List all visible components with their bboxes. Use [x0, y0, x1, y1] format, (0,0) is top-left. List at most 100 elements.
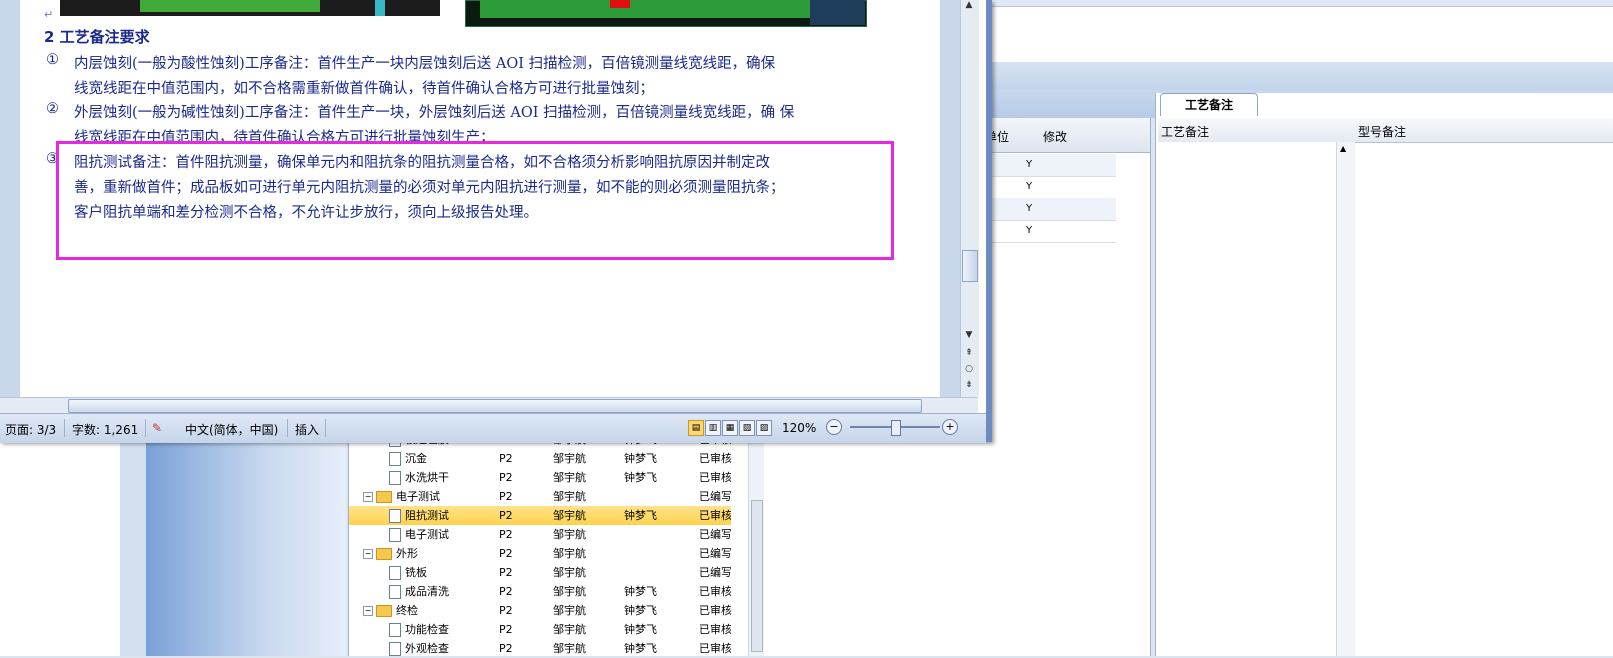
prev-page-icon[interactable]: ⇞	[963, 348, 975, 360]
tree-node[interactable]: − 电子测试	[363, 487, 440, 506]
paragraph-line: 外层蚀刻(一般为碱性蚀刻)工序备注：首件生产一块，外层蚀刻后送 AOI 扫描检测…	[74, 105, 795, 121]
tree-cell-version: P2	[499, 623, 513, 636]
next-page-icon[interactable]: ⇟	[963, 380, 975, 392]
tree-row[interactable]: 电子测试 P2 邹宇航 已编写	[349, 525, 731, 544]
tree-scrollbar[interactable]	[748, 430, 765, 656]
tree-node[interactable]: 电子测试	[389, 525, 449, 544]
browse-object-icon[interactable]: ○	[963, 364, 975, 376]
process-notes-field[interactable]	[1158, 142, 1355, 656]
tree-cell-author: 邹宇航	[553, 452, 586, 465]
outline-view-icon[interactable]: ▧	[739, 420, 755, 436]
tree-cell-status: 已编写	[699, 547, 731, 560]
col-process-notes[interactable]: 工艺备注	[1161, 123, 1209, 140]
background-grid-top-row	[985, 0, 1613, 7]
doc-vscroll-thumb[interactable]	[962, 250, 978, 282]
tree-cell-status: 已编写	[699, 566, 731, 579]
tree-cell-author: 邹宇航	[553, 585, 586, 598]
tree-cell-author: 邹宇航	[553, 471, 586, 484]
tree-node-label: 外观检查	[405, 642, 449, 655]
tree-cell-reviewer: 钟梦飞	[624, 623, 657, 636]
doc-hscroll-thumb[interactable]	[68, 399, 922, 413]
status-word-count[interactable]: 字数: 1,261	[72, 421, 138, 438]
document-icon	[389, 509, 401, 523]
status-divider	[145, 419, 146, 437]
status-language[interactable]: 中文(简体，中国)	[185, 421, 278, 438]
status-insert-mode[interactable]: 插入	[295, 421, 319, 438]
tree-row[interactable]: − 电子测试 P2 邹宇航 已编写	[349, 487, 731, 506]
web-layout-icon[interactable]: ▦	[722, 420, 738, 436]
tree-node[interactable]: 铣板	[389, 563, 427, 582]
tree-row[interactable]: 沉金 P2 邹宇航 钟梦飞 已审核	[349, 449, 731, 468]
tree-cell-reviewer: 钟梦飞	[624, 642, 657, 655]
scroll-up-icon[interactable]: ▲	[1340, 144, 1346, 153]
tree-row[interactable]: 外观检查 P2 邹宇航 钟梦飞 已审核	[349, 639, 731, 658]
scroll-down-icon[interactable]: ▼	[963, 330, 975, 342]
document-icon	[389, 566, 401, 580]
zoom-out-icon[interactable]: −	[826, 419, 842, 435]
tree-cell-version: P2	[499, 528, 513, 541]
tree-cell-status: 已编写	[699, 490, 731, 503]
tree-cell-version: P2	[499, 604, 513, 617]
status-page[interactable]: 页面: 3/3	[5, 421, 56, 438]
tree-node[interactable]: 外观检查	[389, 639, 449, 658]
doc-margin-right	[940, 0, 960, 397]
tree-row[interactable]: 成品清洗 P2 邹宇航 钟梦飞 已审核	[349, 582, 731, 601]
tree-cell-status: 已编写	[699, 528, 731, 541]
tree-cell-status: 已审核	[699, 623, 731, 636]
header-modify[interactable]: 修改	[1043, 128, 1067, 145]
collapse-icon[interactable]: −	[363, 549, 373, 559]
tree-node[interactable]: 水洗烘干	[389, 468, 449, 487]
tree-node-label: 外形	[396, 547, 418, 560]
tree-node-label: 电子测试	[396, 490, 440, 503]
tree-cell-status: 已审核	[699, 604, 731, 617]
zoom-slider-thumb[interactable]	[891, 420, 901, 436]
notes-header: 工艺备注 型号备注	[1158, 118, 1613, 143]
pcb-image-left-green	[140, 0, 320, 12]
tree-node[interactable]: − 终检	[363, 601, 418, 620]
tree-cell-reviewer: 钟梦飞	[624, 604, 657, 617]
tree-cell-author: 邹宇航	[553, 547, 586, 560]
notes-scrollbar[interactable]: ▲	[1336, 142, 1355, 656]
tree-node[interactable]: 成品清洗	[389, 582, 449, 601]
tree-cell-version: P2	[499, 547, 513, 560]
tree-node-label: 阻抗测试	[405, 509, 449, 522]
tree-node[interactable]: 功能检查	[389, 620, 449, 639]
tree-node[interactable]: 沉金	[389, 449, 427, 468]
tree-row[interactable]: 铣板 P2 邹宇航 已编写	[349, 563, 731, 582]
tree-cell-author: 邹宇航	[553, 528, 586, 541]
tree-row[interactable]: − 外形 P2 邹宇航 已编写	[349, 544, 731, 563]
side-splitter[interactable]	[120, 430, 147, 656]
collapse-icon[interactable]: −	[363, 492, 373, 502]
print-layout-icon[interactable]: ▤	[688, 420, 704, 436]
zoom-in-icon[interactable]: +	[942, 419, 958, 435]
item-number: ①	[46, 52, 59, 68]
tree-row[interactable]: − 终检 P2 邹宇航 钟梦飞 已审核	[349, 601, 731, 620]
tree-cell-version: P2	[499, 566, 513, 579]
scroll-up-icon[interactable]: ▲	[963, 0, 975, 12]
tree-node[interactable]: 阻抗测试	[389, 506, 449, 525]
tree-cell-version: P2	[499, 452, 513, 465]
tree-node-label: 铣板	[405, 566, 427, 579]
document-icon	[389, 452, 401, 466]
tree-scroll-thumb[interactable]	[751, 500, 763, 652]
tree-row[interactable]: 水洗烘干 P2 邹宇航 钟梦飞 已审核	[349, 468, 731, 487]
tree-row[interactable]: 功能检查 P2 邹宇航 钟梦飞 已审核	[349, 620, 731, 639]
tab-process-notes[interactable]: 工艺备注	[1160, 93, 1258, 116]
document-icon	[389, 642, 401, 656]
tree-row[interactable]: 阻抗测试 P2 邹宇航 钟梦飞 已审核	[349, 506, 731, 525]
proofing-icon[interactable]: ✎	[152, 421, 162, 435]
paragraph-line: 内层蚀刻(一般为酸性蚀刻)工序备注：首件生产一块内层蚀刻后送 AOI 扫描检测，…	[74, 56, 776, 72]
tree-cell-reviewer: 钟梦飞	[624, 509, 657, 522]
full-screen-reading-icon[interactable]: ▥	[705, 420, 721, 436]
item-number: ②	[46, 101, 59, 117]
col-model-notes[interactable]: 型号备注	[1358, 123, 1406, 140]
tree-node[interactable]: − 外形	[363, 544, 418, 563]
tree-cell-version: P2	[499, 471, 513, 484]
zoom-level[interactable]: 120%	[782, 421, 816, 435]
draft-view-icon[interactable]: ▨	[756, 420, 772, 436]
collapse-icon[interactable]: −	[363, 606, 373, 616]
document-icon	[389, 623, 401, 637]
tree-cell-author: 邹宇航	[553, 509, 586, 522]
tree-cell-version: P2	[499, 490, 513, 503]
tree-node-label: 水洗烘干	[405, 471, 449, 484]
